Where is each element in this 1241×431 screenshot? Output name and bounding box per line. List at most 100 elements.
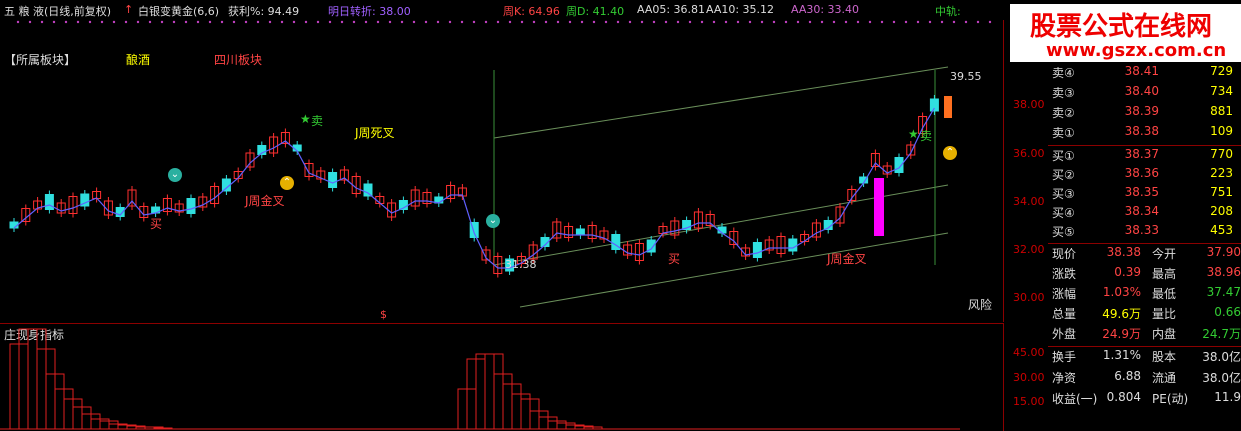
signal-dot bbox=[376, 20, 380, 24]
ask-volume: 881 bbox=[1210, 104, 1233, 118]
fund-row: 换手 1.31% 股本 38.0亿 bbox=[1052, 348, 1241, 368]
candle bbox=[929, 98, 939, 112]
stat-value: 49.6万 bbox=[1102, 307, 1141, 321]
fund-row: 净资 6.88 流通 38.0亿 bbox=[1052, 369, 1241, 389]
stat-value-2: 0.66 bbox=[1214, 305, 1241, 319]
bid-row[interactable]: 买② 38.36 223 bbox=[1052, 166, 1241, 186]
signal-dot bbox=[172, 20, 176, 24]
axis-tick: 30.00 bbox=[1013, 371, 1045, 384]
signal-dot bbox=[712, 20, 716, 24]
fund-row: 收益(一) 0.804 PE(动) 11.9 bbox=[1052, 390, 1241, 410]
ask-volume: 109 bbox=[1210, 124, 1233, 138]
indicator-name[interactable]: 白银变黄金(6,6) bbox=[138, 3, 219, 19]
channel-upper bbox=[493, 66, 949, 139]
fund-value: 0.804 bbox=[1106, 390, 1141, 404]
indicator-toolbar: 五 粮 液(日线,前复权) ↑ 白银变黄金(6,6) 获利%: 94.49 明日… bbox=[0, 0, 1010, 20]
signal-dot bbox=[460, 20, 464, 24]
stat-row: 涨跌 0.39 最高 38.96 bbox=[1052, 265, 1241, 285]
ask-label: 卖③ bbox=[1052, 86, 1075, 100]
bid-row[interactable]: 买③ 38.35 751 bbox=[1052, 185, 1241, 205]
signal-dot bbox=[136, 20, 140, 24]
ask-row[interactable]: 卖③ 38.40 734 bbox=[1052, 84, 1241, 104]
stat-label: 涨幅 bbox=[1052, 287, 1077, 301]
buy-signal-1: 买 bbox=[150, 217, 163, 231]
bid-volume: 208 bbox=[1210, 204, 1233, 218]
sector-tag-liquor[interactable]: 酿酒 bbox=[126, 51, 150, 68]
signal-dot bbox=[604, 20, 608, 24]
fund-label-2: 流通 bbox=[1152, 371, 1177, 385]
ask-volume: 729 bbox=[1210, 64, 1233, 78]
ask-price: 38.39 bbox=[1124, 104, 1159, 118]
profit-value: 获利%: 94.49 bbox=[228, 5, 300, 18]
signal-dot bbox=[928, 20, 932, 24]
bid-volume: 453 bbox=[1210, 223, 1233, 237]
bid-label: 买③ bbox=[1052, 187, 1075, 201]
signal-dot bbox=[940, 20, 944, 24]
signal-dot bbox=[772, 20, 776, 24]
dollar-marker: $ bbox=[380, 308, 387, 321]
sector-label: 【所属板块】 bbox=[4, 53, 77, 67]
signal-dot bbox=[976, 20, 980, 24]
turn-value: 明日转折: 38.00 bbox=[328, 5, 411, 18]
aa10-value: AA10: 35.12 bbox=[706, 3, 775, 16]
signal-dot bbox=[844, 20, 848, 24]
watermark-logo: 股票公式在线网 www.gszx.com.cn bbox=[1010, 4, 1241, 62]
signal-dot bbox=[160, 20, 164, 24]
signal-dot bbox=[292, 20, 296, 24]
signal-dot bbox=[280, 20, 284, 24]
candle bbox=[575, 228, 585, 236]
kline-chart[interactable]: 【所属板块】 酿酒 四川板块 ★ 卖 J周死叉 J周金叉 J周金叉 买 买 ★ … bbox=[0, 20, 1004, 322]
bid-row[interactable]: 买① 38.37 770 bbox=[1052, 147, 1241, 167]
signal-dot bbox=[892, 20, 896, 24]
signal-dot bbox=[304, 20, 308, 24]
signal-dot bbox=[544, 20, 548, 24]
watermark-title: 股票公式在线网 bbox=[1030, 12, 1213, 42]
signal-dot bbox=[640, 20, 644, 24]
signal-dot bbox=[760, 20, 764, 24]
ask-row[interactable]: 卖④ 38.41 729 bbox=[1052, 64, 1241, 84]
bid-price: 38.35 bbox=[1124, 185, 1159, 199]
indicator-panel[interactable]: 庄现身指标 bbox=[0, 323, 1004, 431]
ask-row[interactable]: 卖① 38.38 109 bbox=[1052, 124, 1241, 144]
sell-signal-2: 卖 bbox=[920, 129, 933, 143]
sector-tag-sichuan[interactable]: 四川板块 bbox=[214, 51, 262, 68]
signal-dot bbox=[916, 20, 920, 24]
fund-value-2: 38.0亿 bbox=[1202, 371, 1241, 385]
signal-dot bbox=[880, 20, 884, 24]
ask-row[interactable]: 卖② 38.39 881 bbox=[1052, 104, 1241, 124]
signal-dot bbox=[316, 20, 320, 24]
down-circle-icon: ⌄ bbox=[168, 168, 182, 182]
stat-value-2: 37.47 bbox=[1206, 285, 1241, 299]
stat-label-2: 今开 bbox=[1152, 247, 1177, 261]
candle bbox=[186, 198, 196, 214]
signal-dot bbox=[484, 20, 488, 24]
stat-value-2: 38.96 bbox=[1206, 265, 1241, 279]
latest-candle bbox=[944, 96, 952, 118]
fund-value-2: 11.9 bbox=[1214, 390, 1241, 404]
j-gold-cross-1: J周金叉 bbox=[245, 194, 285, 208]
signal-dot bbox=[580, 20, 584, 24]
bid-label: 买② bbox=[1052, 168, 1075, 182]
signal-dot bbox=[868, 20, 872, 24]
stock-title[interactable]: 五 粮 液(日线,前复权) bbox=[4, 3, 111, 19]
signal-dot bbox=[88, 20, 92, 24]
signal-dot bbox=[16, 20, 20, 24]
signal-dots bbox=[16, 20, 992, 24]
signal-dot bbox=[100, 20, 104, 24]
signal-dot bbox=[28, 20, 32, 24]
fund-value-2: 38.0亿 bbox=[1202, 350, 1241, 364]
signal-dot bbox=[832, 20, 836, 24]
stat-value: 0.39 bbox=[1114, 265, 1141, 279]
bid-row[interactable]: 买④ 38.34 208 bbox=[1052, 204, 1241, 224]
bid-row[interactable]: 买⑤ 38.33 453 bbox=[1052, 223, 1241, 243]
divider bbox=[1048, 145, 1241, 146]
signal-dot bbox=[616, 20, 620, 24]
stat-label: 现价 bbox=[1052, 247, 1077, 261]
signal-dot bbox=[652, 20, 656, 24]
signal-dot bbox=[748, 20, 752, 24]
signal-dot bbox=[400, 20, 404, 24]
signal-dot bbox=[724, 20, 728, 24]
candle bbox=[363, 183, 373, 197]
aa30-value: AA30: 33.40 bbox=[791, 3, 860, 16]
bid-volume: 770 bbox=[1210, 147, 1233, 161]
